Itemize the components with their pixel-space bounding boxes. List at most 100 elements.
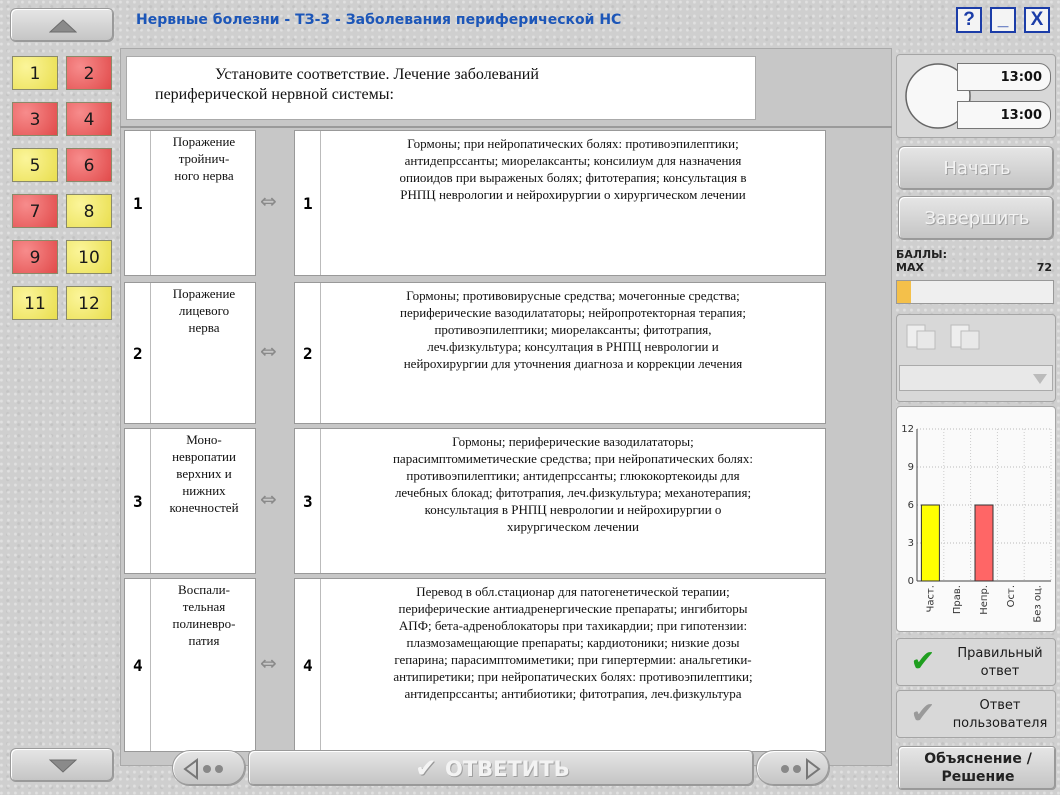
right-item-line: плазмозамещающие препараты; кардиотоники…	[406, 635, 740, 650]
right-item-line: противоэпилептики; миорелаксанты; фитотр…	[434, 322, 712, 337]
right-item[interactable]: 2 Гормоны; противовирусные средства; моч…	[294, 282, 826, 424]
score-max-label: MAX	[896, 261, 924, 274]
right-item-number: 1	[303, 194, 313, 213]
answer-label: ОТВЕТИТЬ	[445, 757, 570, 781]
question-button-9[interactable]: 9	[12, 240, 58, 274]
left-item: 3 Моно-невропатии верхних и нижних конечнос…	[124, 428, 256, 574]
swap-arrows-icon: ⇔	[260, 487, 277, 511]
next-button[interactable]	[756, 750, 830, 786]
question-button-10[interactable]: 10	[66, 240, 112, 274]
question-grid: 1 2 3 4 5 6 7 8 9 10 11 12	[12, 56, 116, 336]
correct-answer-button[interactable]: ✔ Правильный ответ	[896, 638, 1056, 686]
swap-arrows-icon: ⇔	[260, 189, 277, 213]
left-item: 4 Воспали-тельная полиневро-патия	[124, 578, 256, 752]
dropdown[interactable]	[899, 365, 1053, 391]
question-button-4[interactable]: 4	[66, 102, 112, 136]
right-item[interactable]: 3 Гормоны; периферические вазодилататоры…	[294, 428, 826, 574]
right-item[interactable]: 1 Гормоны; при нейропатических болях: пр…	[294, 130, 826, 276]
instruction-line-1: Установите соответствие. Лечение заболев…	[215, 66, 539, 83]
question-button-11[interactable]: 11	[12, 286, 58, 320]
right-item-line: АПФ; бета-адреноблокаторы при тахикардии…	[398, 618, 748, 633]
right-item-line: хирургическом лечении	[507, 519, 639, 534]
left-item-number: 3	[133, 492, 143, 511]
info-icon[interactable]	[949, 323, 981, 351]
document-icon[interactable]	[905, 323, 937, 351]
question-button-5[interactable]: 5	[12, 148, 58, 182]
question-button-6[interactable]: 6	[66, 148, 112, 182]
close-button[interactable]: X	[1024, 7, 1050, 33]
left-item-line: лицевого	[178, 303, 230, 318]
minimize-button[interactable]: _	[990, 7, 1016, 33]
left-item-text: Поражение тройнич-ного нерва	[153, 133, 255, 184]
question-button-3[interactable]: 3	[12, 102, 58, 136]
answer-button[interactable]: ✔ ОТВЕТИТЬ	[248, 750, 754, 786]
left-num-col: 3	[125, 429, 151, 573]
scroll-up-button[interactable]	[10, 8, 114, 42]
left-item-line: тельная	[182, 599, 226, 614]
right-item[interactable]: 4 Перевод в обл.стационар для патогенети…	[294, 578, 826, 752]
score-bar	[896, 280, 1054, 304]
left-item: 1 Поражение тройнич-ного нерва	[124, 130, 256, 276]
y-tick-label: 9	[908, 462, 914, 473]
left-item-number: 4	[133, 656, 143, 675]
question-button-7[interactable]: 7	[12, 194, 58, 228]
check-icon: ✔	[415, 754, 437, 784]
left-item-number: 1	[133, 194, 143, 213]
right-num-col: 1	[295, 131, 321, 275]
right-item-line: гепарина; парасимптомиметики; при гиперт…	[394, 652, 752, 667]
next-arrow-icon	[781, 758, 821, 780]
score-bar-fill	[897, 281, 912, 303]
left-item-number: 2	[133, 344, 143, 363]
x-tick-label: Част.	[925, 585, 936, 613]
explanation-label-line1: Объяснение /	[924, 751, 1032, 767]
scroll-down-button[interactable]	[10, 748, 114, 782]
start-label: Начать	[943, 158, 1011, 179]
left-item-line: Поражение	[172, 134, 236, 149]
left-num-col: 1	[125, 131, 151, 275]
left-item-line: Поражение	[172, 286, 236, 301]
left-item-line: Моно-	[186, 432, 222, 447]
left-item-text: Моно-невропатии верхних и нижних конечносте…	[153, 431, 255, 516]
window-title: Нервные болезни - ТЗ-3 - Заболевания пер…	[136, 12, 622, 28]
right-num-col: 3	[295, 429, 321, 573]
right-item-line: консультация в РНПЦ неврологии и нейрохи…	[424, 502, 722, 517]
start-button[interactable]: Начать	[898, 146, 1054, 190]
user-answer-button[interactable]: ✔ Ответ пользователя	[896, 690, 1056, 738]
score-label: БАЛЛЫ:	[896, 248, 947, 261]
y-tick-label: 6	[908, 500, 914, 511]
right-item-line: антипиретики; при нейропатических болях:…	[393, 669, 753, 684]
right-num-col: 2	[295, 283, 321, 423]
right-item-line: периферические антиадренергические препа…	[398, 601, 748, 616]
timer-panel: 13:00 13:00	[896, 54, 1056, 138]
left-item-line: невропатии	[172, 449, 236, 464]
right-item-number: 2	[303, 344, 313, 363]
right-item-number: 3	[303, 492, 313, 511]
time-total: 13:00	[957, 63, 1051, 91]
right-item-line: Перевод в обл.стационар для патогенетиче…	[416, 584, 730, 599]
help-button[interactable]: ?	[956, 7, 982, 33]
right-item-line: Гормоны; при нейропатических болях: прот…	[407, 136, 739, 151]
left-item-line: верхних и	[176, 466, 232, 481]
right-item-line: Гормоны; периферические вазодилататоры;	[452, 434, 694, 449]
right-item-line: парасимптомиметические средства; при ней…	[392, 451, 754, 466]
question-button-12[interactable]: 12	[66, 286, 112, 320]
question-button-2[interactable]: 2	[66, 56, 112, 90]
right-item-number: 4	[303, 656, 313, 675]
left-item-text: Поражение лицевого нерва	[153, 285, 255, 336]
dropdown-arrow-icon	[1033, 374, 1047, 384]
finish-button[interactable]: Завершить	[898, 196, 1054, 240]
question-button-1[interactable]: 1	[12, 56, 58, 90]
x-tick-label: Прав.	[952, 585, 963, 614]
y-tick-label: 12	[901, 424, 914, 435]
explanation-button[interactable]: Объяснение / Решение	[898, 746, 1056, 790]
bar-Част.	[920, 504, 940, 582]
left-item-line: полиневро-	[172, 616, 236, 631]
x-tick-label: Ост.	[1006, 585, 1017, 607]
grey-check-icon: ✔	[910, 696, 936, 731]
right-item-line: леч.физкультура; консултация в РНПЦ невр…	[427, 339, 719, 354]
left-item-line: нерва	[188, 320, 220, 335]
prev-button[interactable]	[172, 750, 246, 786]
question-button-8[interactable]: 8	[66, 194, 112, 228]
green-check-icon: ✔	[910, 644, 936, 679]
x-tick-label: Непр.	[979, 585, 990, 615]
